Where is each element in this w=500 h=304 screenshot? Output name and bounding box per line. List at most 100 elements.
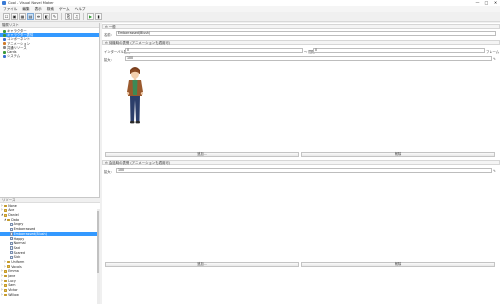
gray-dot-icon	[3, 46, 6, 50]
general-section-header[interactable]: ⊖ 一般	[102, 24, 500, 29]
expand-toggle-icon[interactable]: ◢	[1, 213, 3, 217]
hierarchy-item[interactable]: システム	[0, 54, 99, 58]
window-title: Cool - Visual Novel Maker	[8, 1, 54, 5]
layout-icon[interactable]: ◧	[43, 13, 50, 20]
tree-row-label: Data	[11, 217, 20, 222]
copy-icon[interactable]: ⎘	[65, 13, 72, 20]
app-icon	[2, 1, 6, 5]
folder-icon	[4, 293, 8, 297]
tree-row-label: Uniform	[11, 259, 25, 264]
interval-input[interactable]: 0	[125, 48, 303, 53]
edit-icon[interactable]: ✎	[51, 13, 58, 20]
expand-toggle-icon[interactable]: ▷	[4, 265, 6, 269]
file-icon	[10, 255, 13, 259]
talk-add-button[interactable]: 追加...	[105, 262, 299, 267]
name-input[interactable]: Embarrassed(Blush)	[116, 31, 496, 36]
play-icon[interactable]: ▶	[87, 13, 94, 20]
tree-row-label: Jane	[8, 274, 16, 279]
talk-header-label: 会話時の表情 (アニメーションも適用可)	[108, 161, 171, 165]
resource-tree: リソース ▷ None ▷ Ace ◢ Daniel ◢ Data Angry Embarrass…	[0, 197, 100, 304]
tree-row-label: Ace	[8, 208, 15, 213]
expand-toggle-icon[interactable]: ▷	[1, 204, 3, 208]
idle-scale-input[interactable]: 100	[125, 56, 492, 61]
resource-tree-list: ▷ None ▷ Ace ◢ Daniel ◢ Data Angry Embarrassed Emb…	[0, 203, 100, 297]
tree-row-label: Scared	[13, 250, 25, 255]
tree-row-label: Sick	[13, 255, 21, 260]
new-project-icon[interactable]: ☐	[3, 13, 10, 20]
tree-row-label: Lucy	[8, 278, 16, 283]
folder-icon	[4, 209, 8, 212]
menu-help[interactable]: ヘルプ	[75, 7, 86, 12]
menu-view[interactable]: 表示	[35, 7, 42, 12]
expand-toggle-icon[interactable]: ▷	[1, 293, 3, 297]
expand-toggle-icon[interactable]: ▷	[1, 274, 3, 278]
file-icon	[10, 246, 13, 250]
folder-icon	[4, 270, 8, 273]
settings-icon[interactable]: ⛯	[35, 13, 42, 20]
talk-scale-label: 拡大:	[104, 170, 112, 174]
music-icon[interactable]: ♫	[73, 13, 80, 20]
menu-file[interactable]: ファイル	[3, 7, 17, 12]
talk-image-area[interactable]	[105, 175, 497, 261]
database-icon[interactable]: ▦	[19, 13, 26, 20]
folder-icon	[7, 260, 11, 264]
folder-icon	[4, 274, 8, 278]
file-icon	[10, 232, 13, 236]
resource-tree-scrollbar[interactable]	[96, 209, 100, 304]
talk-section-header[interactable]: ⊖ 会話時の表情 (アニメーションも適用可)	[102, 160, 500, 165]
talk-scale-input[interactable]: 100	[116, 168, 492, 173]
tree-row-label: Embarrassed(Blush)	[13, 231, 47, 236]
tree-row-label: None	[8, 203, 17, 208]
scale-edit-icon[interactable]: ✎	[493, 57, 496, 61]
main-panel: ⊖ 一般 名前: Embarrassed(Blush) ⊖ 待機時の表情 (アニ…	[102, 23, 500, 304]
folder-icon	[4, 213, 8, 217]
folder-icon	[4, 279, 8, 283]
name-label: 名前:	[104, 33, 112, 37]
open-project-icon[interactable]: ▣	[11, 13, 18, 20]
blue-dot-icon	[3, 54, 6, 58]
idle-header-label: 待機時の表情 (アニメーションも適用可)	[108, 41, 171, 45]
green-dot-icon	[3, 33, 6, 37]
expand-toggle-icon[interactable]: ▷	[1, 269, 3, 273]
tree-row-label: Daniel	[8, 213, 19, 218]
general-header-label: 一般	[108, 25, 116, 29]
folder-icon	[4, 204, 8, 208]
folder-icon	[4, 288, 8, 292]
idle-section-header[interactable]: ⊖ 待機時の表情 (アニメーションも適用可)	[102, 40, 500, 45]
idle-scale-label: 拡大:	[104, 58, 112, 62]
talk-delete-button[interactable]: 削除	[301, 262, 495, 267]
folder-icon	[4, 284, 8, 287]
toolbar-separator	[83, 13, 84, 20]
idle-image-area[interactable]	[105, 63, 497, 151]
tree-row-label: Happy	[13, 236, 25, 241]
idle-delete-button[interactable]: 削除	[301, 152, 495, 157]
character-sprite-icon	[126, 67, 144, 124]
stop-icon[interactable]: ▮	[95, 13, 102, 20]
character-icon[interactable]: ▤	[27, 13, 34, 20]
toolbar: ☐ ▣ ▦ ▤ ⛯ ◧ ✎ ⎘ ♫ ▶ ▮	[0, 12, 500, 22]
tree-row-label: Angry	[13, 222, 24, 227]
expand-toggle-icon[interactable]: ▷	[1, 208, 3, 212]
file-icon	[10, 241, 13, 245]
expand-toggle-icon[interactable]: ▷	[1, 279, 3, 283]
hierarchy-list: キャラクター キャラクター表情 コンポーネント アニメーション 共通リソース C…	[0, 28, 99, 58]
blue-dot-icon	[3, 37, 6, 41]
menu-search[interactable]: 検索	[47, 7, 54, 12]
folder-icon	[7, 265, 11, 269]
tree-row-label: Embarrassed	[13, 227, 36, 232]
menu-game[interactable]: ゲーム	[59, 7, 70, 12]
tree-row-label: Victor	[8, 288, 18, 293]
tree-row-label: Willow	[8, 292, 19, 297]
to-interval-input[interactable]: 0	[313, 48, 485, 53]
expand-toggle-icon[interactable]: ▷	[4, 260, 6, 264]
idle-add-button[interactable]: 追加...	[105, 152, 299, 157]
expand-toggle-icon[interactable]: ▷	[1, 288, 3, 292]
expand-toggle-icon[interactable]: ◢	[4, 218, 6, 222]
tree-row[interactable]: ▷ Willow	[0, 293, 100, 298]
tree-row-label: Emma	[8, 269, 19, 274]
menu-edit[interactable]: 編集	[22, 7, 29, 12]
scrollbar-thumb[interactable]	[97, 211, 99, 273]
talk-scale-edit-icon[interactable]: ✎	[493, 169, 496, 173]
expand-toggle-icon[interactable]: ▷	[1, 283, 3, 287]
folder-icon	[7, 218, 11, 222]
